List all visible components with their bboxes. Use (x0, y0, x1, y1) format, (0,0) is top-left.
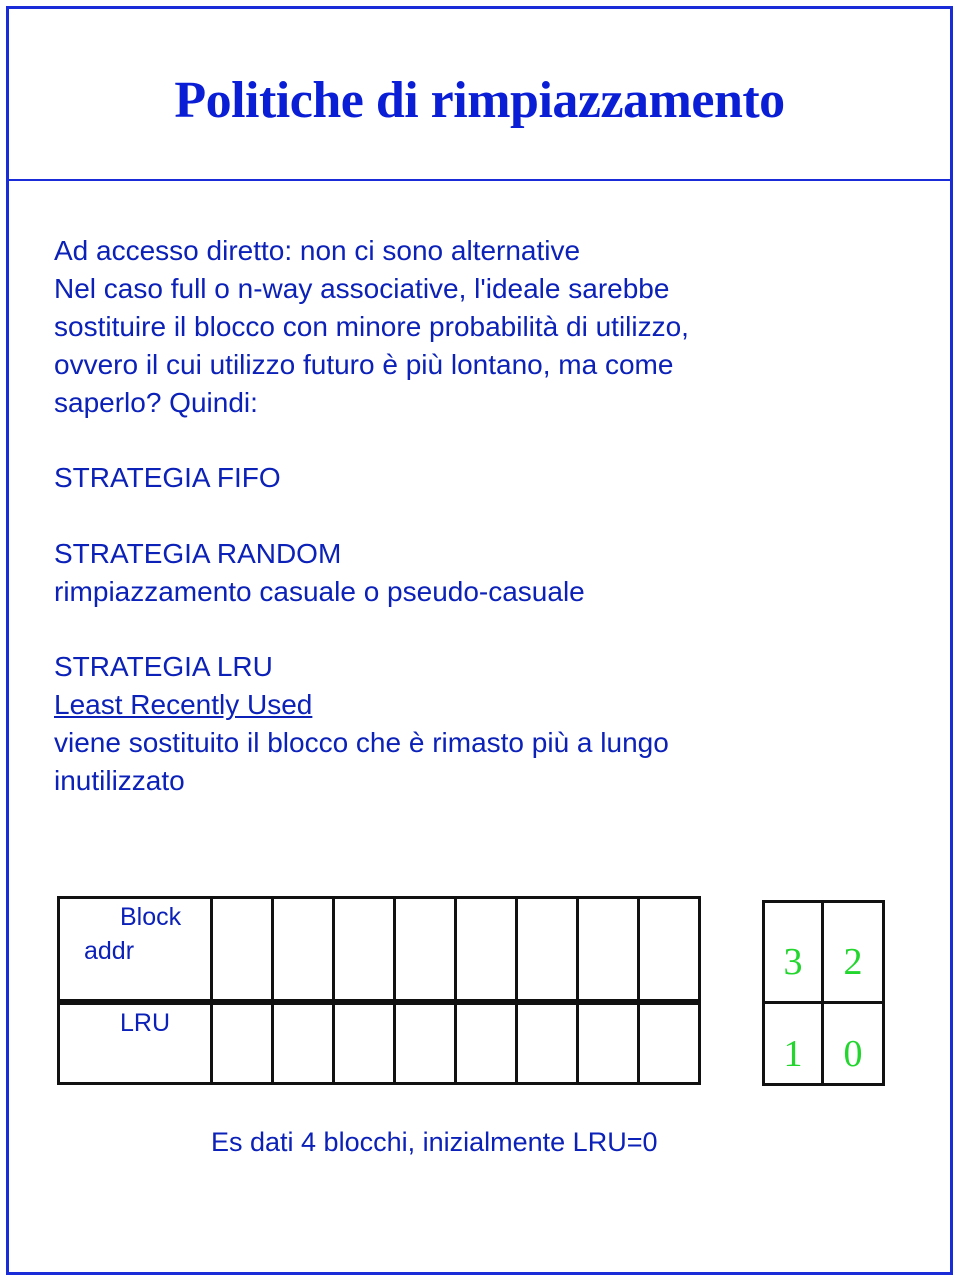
block-addr-label-cell: Block addr (57, 896, 213, 1003)
table-cell (454, 896, 518, 1003)
example-caption: Es dati 4 blocchi, inizialmente LRU=0 (211, 1127, 658, 1157)
lru-value-cell: 3 (762, 900, 824, 1004)
lru-label: LRU (120, 1008, 171, 1037)
table-cell (210, 1000, 274, 1085)
lru-value-cell: 1 (762, 1001, 824, 1086)
table-cell (637, 896, 701, 1003)
table-cell (576, 896, 640, 1003)
table-cell (271, 896, 335, 1003)
intro-line: sostituire il blocco con minore probabil… (54, 311, 689, 342)
table-cell (515, 1000, 579, 1085)
lru-subtitle: Least Recently Used (54, 689, 313, 720)
intro-line: saperlo? Quindi: (54, 387, 258, 418)
lru-values-table: 3 2 1 0 (762, 900, 885, 1086)
fifo-heading: STRATEGIA FIFO (54, 462, 281, 493)
table-cell (454, 1000, 518, 1085)
lru-label-cell: LRU (57, 1000, 213, 1085)
block-label: Block (120, 903, 182, 931)
table-cell (332, 1000, 396, 1085)
random-desc: rimpiazzamento casuale o pseudo-casuale (54, 576, 585, 607)
table-cell (210, 896, 274, 1003)
slide-title: Politiche di rimpiazzamento (174, 72, 785, 129)
lru-value-cell: 0 (821, 1001, 885, 1086)
random-heading: STRATEGIA RANDOM (54, 538, 342, 569)
intro-line: Ad accesso diretto: non ci sono alternat… (54, 235, 581, 266)
table-cell (271, 1000, 335, 1085)
lru-heading: STRATEGIA LRU (54, 651, 273, 682)
table-cell (637, 1000, 701, 1085)
lru-table: Block addr LRU (57, 896, 701, 1085)
table-cell (576, 1000, 640, 1085)
intro-line: ovvero il cui utilizzo futuro è più lont… (54, 349, 674, 380)
intro-line: Nel caso full o n-way associative, l'ide… (54, 273, 670, 304)
table-cell (393, 1000, 457, 1085)
addr-label: addr (84, 937, 135, 965)
lru-desc-line: viene sostituito il blocco che è rimasto… (54, 727, 669, 758)
lru-value-cell: 2 (821, 900, 885, 1004)
table-cell (393, 896, 457, 1003)
title-box: Politiche di rimpiazzamento (9, 9, 950, 181)
lru-desc-line: inutilizzato (54, 765, 185, 796)
table-cell (332, 896, 396, 1003)
table-cell (515, 896, 579, 1003)
